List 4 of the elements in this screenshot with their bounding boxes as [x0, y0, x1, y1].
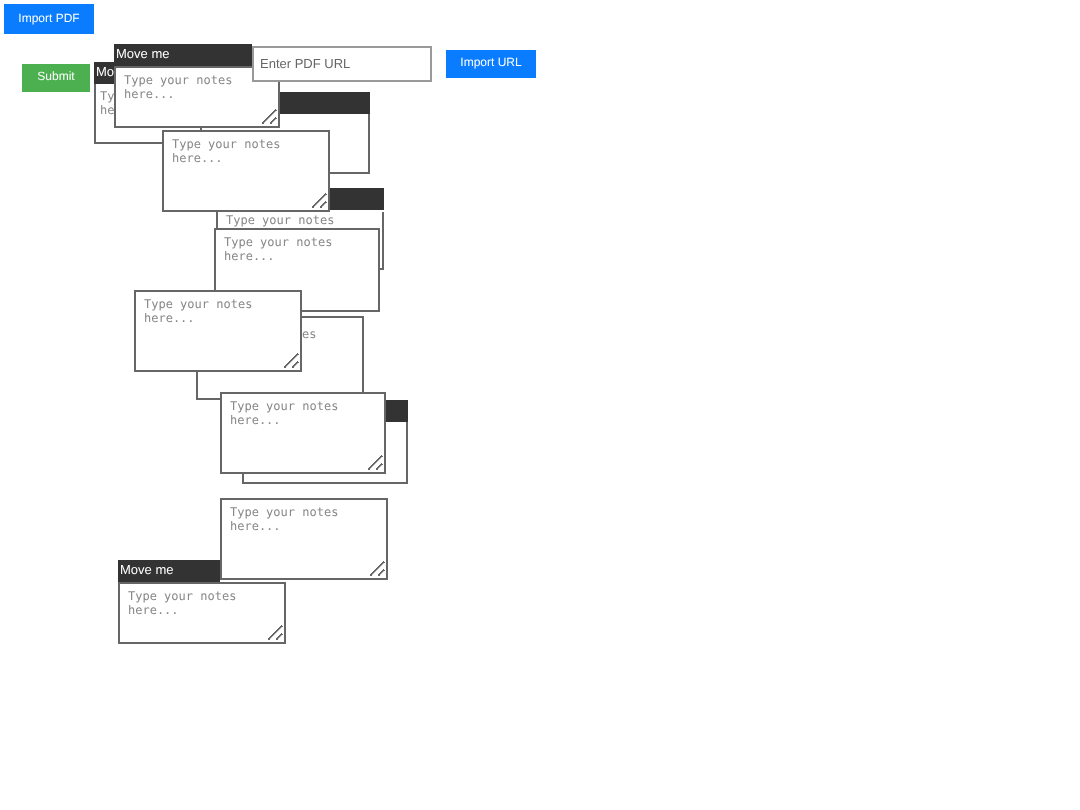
- note-header[interactable]: [330, 188, 384, 210]
- note-frame: [330, 114, 370, 174]
- note-header[interactable]: [280, 92, 370, 114]
- note-header[interactable]: [386, 400, 408, 422]
